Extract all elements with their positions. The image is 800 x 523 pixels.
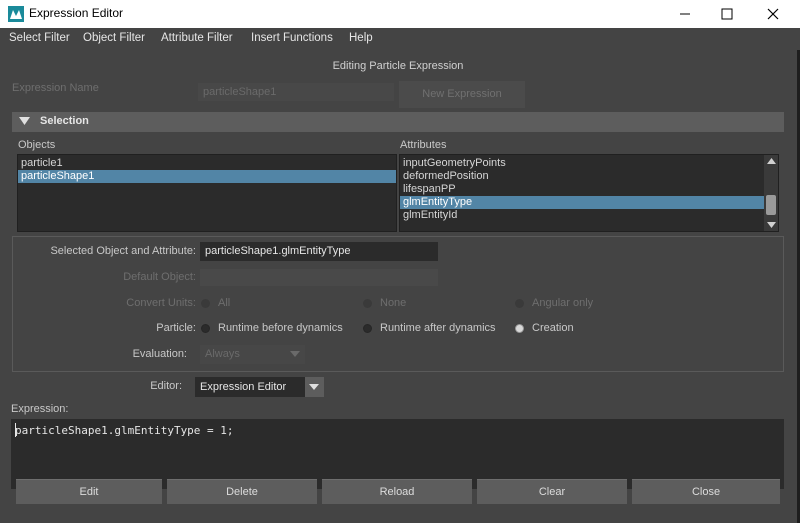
close-button[interactable]: Close	[632, 479, 780, 504]
collapse-arrow-icon	[19, 117, 30, 125]
convert-none-radio[interactable]	[363, 299, 372, 308]
attribute-list-item-row[interactable]: lifespanPP	[400, 183, 765, 196]
menu-help[interactable]: Help	[349, 32, 373, 44]
editor-dropdown-arrow[interactable]	[305, 377, 324, 397]
objects-label: Objects	[18, 139, 56, 151]
selected-attribute-label: Selected Object and Attribute:	[50, 245, 196, 257]
delete-button[interactable]: Delete	[167, 479, 317, 504]
default-object-label: Default Object:	[123, 271, 196, 283]
window-title: Expression Editor	[29, 6, 124, 20]
expression-label: Expression:	[11, 403, 69, 415]
editor-dropdown[interactable]: Expression Editor	[195, 377, 324, 397]
minimize-icon	[680, 13, 690, 15]
selection-frame-header[interactable]: Selection	[12, 112, 784, 132]
reload-button[interactable]: Reload	[322, 479, 472, 504]
objects-list[interactable]: particle1 particleShape1	[17, 154, 397, 232]
editor-header: Editing Particle Expression	[332, 60, 464, 72]
attributes-list[interactable]: inputGeometryPoints deformedPosition lifes…	[399, 154, 779, 232]
particle-label: Particle:	[156, 322, 196, 334]
editor-value: Expression Editor	[200, 381, 287, 393]
convert-angular-radio[interactable]	[515, 299, 524, 308]
expression-name-field[interactable]: particleShape1	[198, 83, 394, 101]
expression-name-label: Expression Name	[12, 82, 99, 94]
editor-label: Editor:	[150, 380, 182, 392]
menu-bar: Select Filter Object Filter Attribute Fi…	[0, 28, 800, 50]
menu-object-filter[interactable]: Object Filter	[83, 32, 145, 44]
creation-label: Creation	[532, 322, 574, 334]
runtime-before-radio[interactable]	[201, 324, 210, 333]
attribute-list-item-row[interactable]: glmEntityId	[400, 209, 765, 222]
title-bar: Expression Editor	[0, 0, 800, 28]
new-expression-button[interactable]: New Expression	[399, 81, 525, 108]
runtime-before-label: Runtime before dynamics	[218, 322, 343, 334]
convert-all-radio[interactable]	[201, 299, 210, 308]
clear-button[interactable]: Clear	[477, 479, 627, 504]
evaluation-dropdown[interactable]: Always	[200, 345, 305, 364]
default-object-field[interactable]	[200, 269, 438, 286]
selection-title: Selection	[40, 115, 89, 127]
attribute-list-item-row[interactable]: glmEntityType	[400, 196, 765, 209]
attributes-label: Attributes	[400, 139, 447, 151]
chevron-down-icon	[309, 384, 319, 390]
evaluation-label: Evaluation:	[132, 348, 187, 360]
maya-app-icon	[8, 6, 24, 22]
text-cursor	[15, 423, 16, 437]
menu-select-filter[interactable]: Select Filter	[9, 32, 70, 44]
close-window-button[interactable]	[750, 0, 796, 28]
expression-text: particleShape1.glmEntityType = 1;	[15, 424, 234, 437]
menu-insert-functions[interactable]: Insert Functions	[251, 32, 333, 44]
convert-angular-label: Angular only	[532, 297, 594, 309]
selected-attribute-field[interactable]: particleShape1.glmEntityType	[200, 242, 438, 261]
evaluation-value: Always	[205, 348, 240, 360]
edit-button[interactable]: Edit	[16, 479, 162, 504]
attribute-list-item-row[interactable]: inputGeometryPoints	[400, 157, 765, 170]
convert-none-label: None	[380, 297, 407, 309]
convert-all-label: All	[218, 297, 231, 309]
close-icon	[767, 8, 779, 20]
runtime-after-radio[interactable]	[363, 324, 372, 333]
scroll-down-icon[interactable]	[767, 222, 776, 228]
maximize-icon	[721, 8, 733, 20]
creation-radio[interactable]	[515, 324, 524, 333]
attributes-scrollbar[interactable]	[764, 155, 778, 231]
maximize-button[interactable]	[704, 0, 750, 28]
runtime-after-label: Runtime after dynamics	[380, 322, 496, 334]
object-list-item-row[interactable]: particle1	[18, 157, 396, 170]
scroll-up-icon[interactable]	[767, 158, 776, 164]
scrollbar-thumb[interactable]	[766, 195, 776, 215]
minimize-button[interactable]	[662, 0, 708, 28]
object-list-item-row[interactable]: particleShape1	[18, 170, 396, 183]
chevron-down-icon	[290, 351, 300, 357]
menu-attribute-filter[interactable]: Attribute Filter	[161, 32, 233, 44]
convert-units-label: Convert Units:	[126, 297, 196, 309]
attribute-list-item-row[interactable]: deformedPosition	[400, 170, 765, 183]
